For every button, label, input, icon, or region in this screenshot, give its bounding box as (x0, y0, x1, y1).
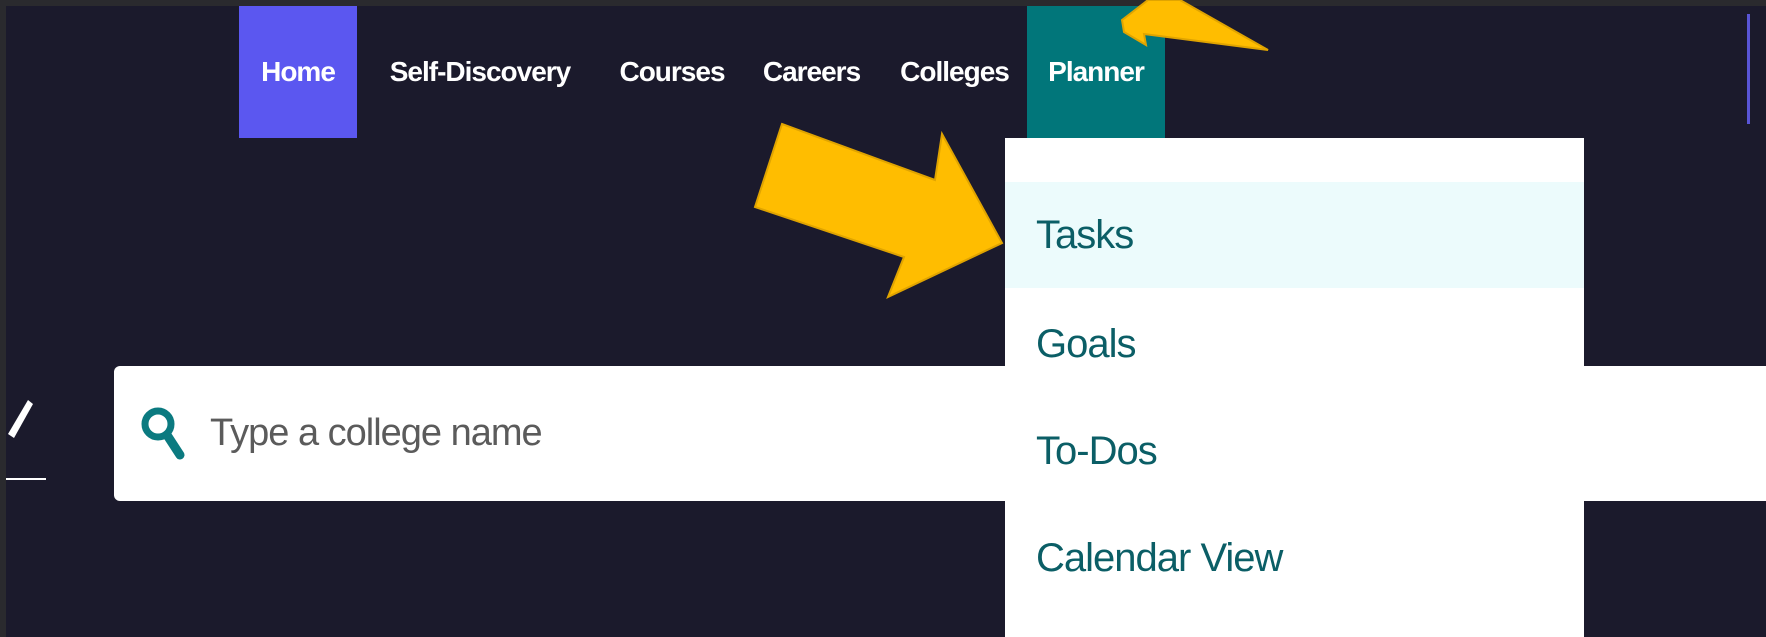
menu-item-calendar-view[interactable]: Calendar View (1005, 505, 1584, 611)
scrollbar-indicator (1747, 14, 1750, 124)
nav-planner[interactable]: Planner (1027, 6, 1165, 138)
app-frame: Home Self-Discovery Courses Careers Coll… (6, 6, 1766, 637)
edit-pencil-icon (6, 400, 46, 480)
menu-item-goals[interactable]: Goals (1005, 291, 1584, 397)
search-icon (141, 407, 185, 460)
nav-courses[interactable]: Courses (603, 6, 741, 138)
menu-item-todos[interactable]: To-Dos (1005, 398, 1584, 504)
planner-dropdown-menu: Tasks Goals To-Dos Calendar View (1005, 138, 1584, 637)
nav-self-discovery[interactable]: Self-Discovery (357, 6, 603, 138)
nav-home[interactable]: Home (239, 6, 357, 138)
menu-item-tasks[interactable]: Tasks (1005, 182, 1584, 288)
college-search-input[interactable] (210, 400, 990, 466)
nav-colleges[interactable]: Colleges (882, 6, 1027, 138)
nav-careers[interactable]: Careers (741, 6, 882, 138)
top-nav: Home Self-Discovery Courses Careers Coll… (239, 6, 1165, 138)
